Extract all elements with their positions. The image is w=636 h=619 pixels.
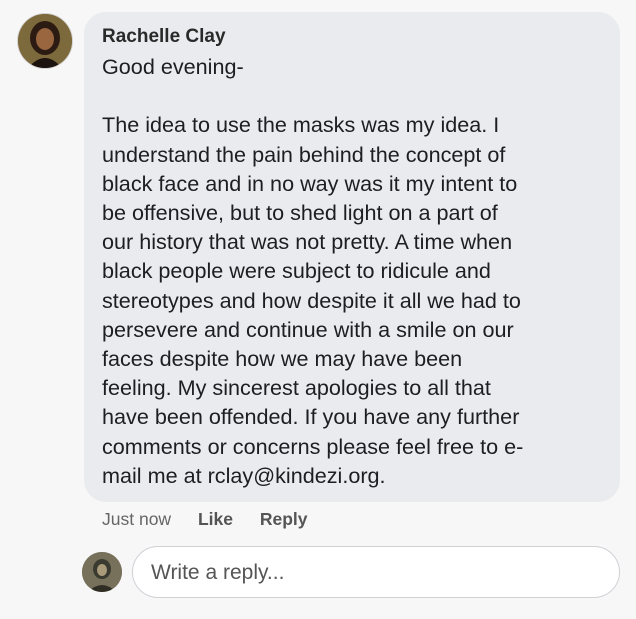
reply-input-container[interactable] — [132, 546, 620, 599]
comment-line: have been offended. If you have any furt… — [102, 404, 520, 430]
comment-line: be offensive, but to shed light on a par… — [102, 200, 498, 225]
comment-line: The idea to use the masks was my idea. I — [102, 112, 500, 138]
timestamp[interactable]: Just now — [102, 509, 171, 530]
author-avatar[interactable] — [18, 14, 72, 68]
comment-body: Good evening- The idea to use the masks … — [102, 52, 607, 490]
profile-photo-icon — [18, 14, 72, 68]
author-name[interactable]: Rachelle Clay — [102, 26, 226, 48]
comment-line: our history that was not pretty. A time … — [102, 229, 513, 255]
comment-line: black people were subject to ridicule an… — [102, 258, 491, 284]
comment-line: persevere and continue with a smile on o… — [102, 316, 514, 342]
comment-line: mail me at rclay@kindezi.org. — [102, 462, 386, 488]
comment-thread: Rachelle Clay Good evening- The idea to … — [0, 0, 636, 619]
comment-actions: Just now Like Reply — [102, 509, 330, 530]
current-user-avatar[interactable] — [82, 552, 122, 592]
comment-greeting: Good evening- — [102, 54, 244, 79]
paragraph-spacer — [102, 81, 607, 110]
reply-button[interactable]: Reply — [260, 509, 308, 530]
comment-line: faces despite how we may have been — [102, 346, 463, 372]
comment-line: understand the pain behind the concept o… — [102, 141, 506, 167]
like-button[interactable]: Like — [198, 509, 233, 530]
profile-photo-icon — [82, 552, 122, 592]
comment-line: comments or concerns please feel free to… — [102, 433, 524, 459]
reply-input[interactable] — [149, 547, 593, 599]
comment-line: stereotypes and how despite it all we ha… — [102, 287, 521, 313]
comment-line: feeling. My sincerest apologies to all t… — [102, 375, 491, 401]
comment-line: black face and in no way was it my inten… — [102, 170, 518, 196]
